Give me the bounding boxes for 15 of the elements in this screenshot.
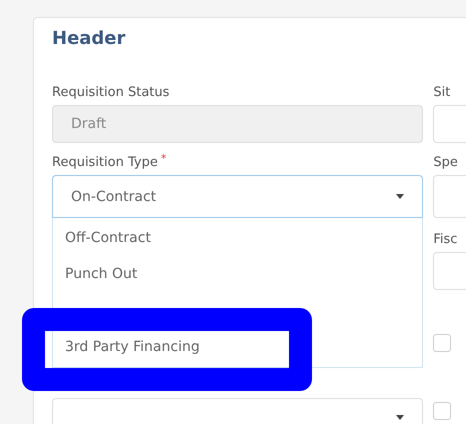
field-label: Sit [433, 84, 452, 102]
dropdown-option[interactable]: Punch Out [53, 256, 148, 292]
checkbox[interactable] [433, 334, 452, 352]
type-dropdown[interactable]: On-Contract [52, 175, 424, 218]
field-label: Fisc [433, 231, 458, 249]
field-label: Requisition Type [52, 154, 158, 172]
field-label: Requisition Status [52, 84, 170, 102]
dropdown-option[interactable]: Off-Contract [53, 220, 161, 256]
dropdown-option[interactable]: 3rd Party Financing [53, 331, 210, 364]
field-label: Spe [433, 154, 459, 172]
section-title: Header [52, 28, 126, 51]
caret-icon [396, 414, 404, 420]
required-mark: * [160, 151, 166, 167]
caret-icon [396, 194, 404, 199]
checkbox[interactable] [433, 402, 452, 420]
